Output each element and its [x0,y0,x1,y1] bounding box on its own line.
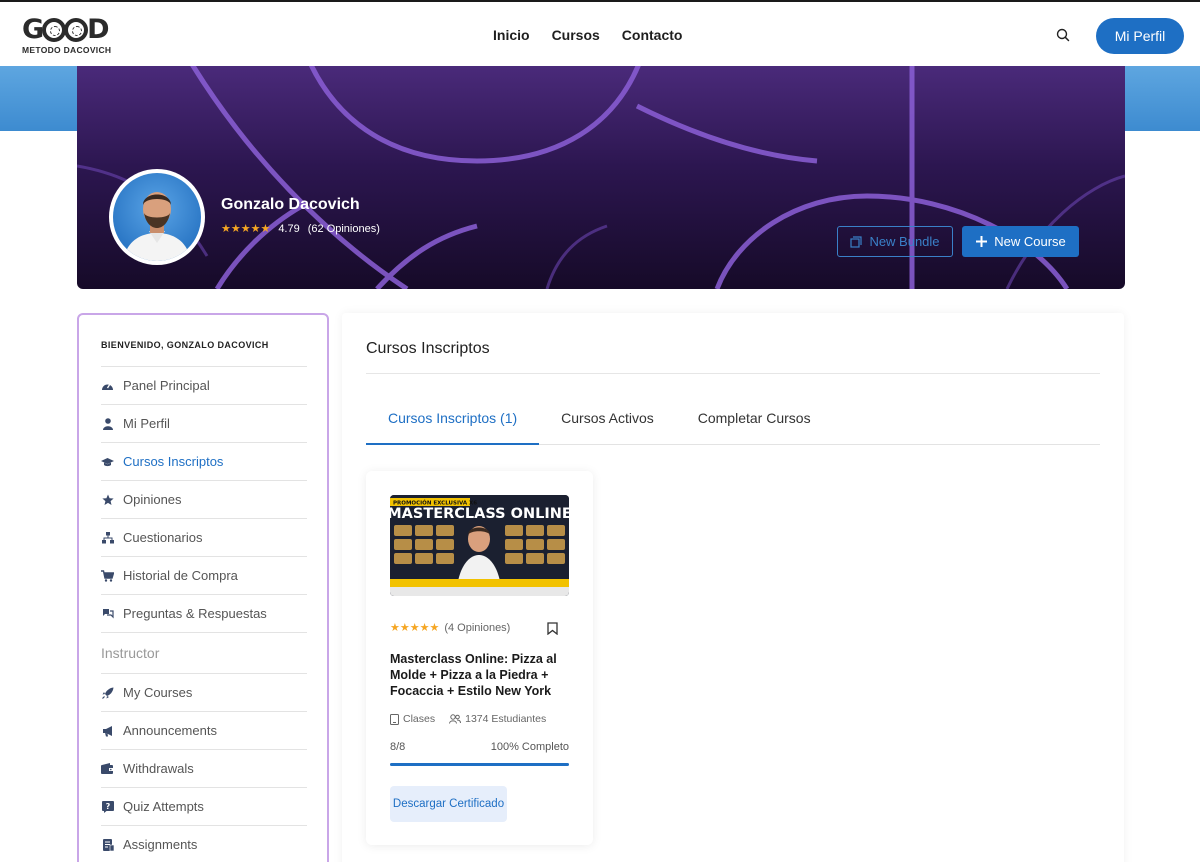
title-divider [366,373,1100,374]
dashboard-sidebar: BIENVENIDO, GONZALO DACOVICH Panel Princ… [77,313,329,862]
lessons-meta: Clases [390,713,435,725]
nav-cursos[interactable]: Cursos [552,27,600,43]
progress-count: 8/8 [390,741,406,753]
sidebar-item-label: My Courses [123,685,193,700]
sidebar-item-label: Preguntas & Respuestas [123,606,267,621]
course-meta: Clases 1374 Estudiantes [390,713,546,725]
plus-icon [976,236,988,247]
lessons-label: Clases [403,713,436,725]
course-stars: ★★★★★ [390,622,440,634]
sidebar-item-label: Opiniones [123,492,182,507]
assignment-icon [101,838,114,851]
new-course-button[interactable]: New Course [962,226,1079,257]
tab-completar-cursos[interactable]: Completar Cursos [676,396,833,445]
top-navbar: GD METODO DACOVICH Inicio Cursos Contact… [0,0,1200,66]
progress-text: 8/8 100% Completo [390,741,569,753]
wallet-icon [101,763,114,774]
sidebar-item-mi-perfil[interactable]: Mi Perfil [101,404,307,442]
tab-cursos-activos[interactable]: Cursos Activos [539,396,676,445]
logo-wordmark: GD [22,14,110,45]
profile-name: Gonzalo Dacovich [221,196,360,213]
tab-cursos-inscriptos[interactable]: Cursos Inscriptos (1) [366,396,540,445]
course-rating: ★★★★★ (4 Opiniones) [390,621,511,635]
profile-avatar[interactable] [109,169,205,265]
bundle-icon [850,235,863,248]
sidebar-item-label: Quiz Attempts [123,799,204,814]
sidebar-item-historial-de-compra[interactable]: Historial de Compra [101,556,307,594]
rating-value: 4.79 [278,222,300,235]
svg-text:?: ? [105,802,110,811]
megaphone-icon [101,725,114,737]
page-title: Cursos Inscriptos [366,340,490,357]
sidebar-item-preguntas-respuestas[interactable]: Preguntas & Respuestas [101,594,307,632]
thumbnail-image: PROMOCIÓN EXCLUSIVA X6 MASTERCLASS ONLIN… [390,495,569,596]
course-title[interactable]: Masterclass Online: Pizza al Molde + Piz… [390,651,570,699]
user-icon [101,417,114,430]
progress-label: 100% Completo [490,741,569,753]
sitemap-icon [101,531,114,544]
thumb-title-text: MASTERCLASS ONLINE [390,506,569,522]
question-icon [101,608,114,620]
sidebar-item-label: Historial de Compra [123,568,238,583]
sidebar-item-assignments[interactable]: Assignments [101,825,307,862]
sidebar-item-my-courses[interactable]: My Courses [101,673,307,711]
main-nav: Inicio Cursos Contacto [493,27,682,43]
rocket-icon [101,687,114,699]
course-tabs: Cursos Inscriptos (1) Cursos Activos Com… [366,396,1100,445]
sidebar-item-withdrawals[interactable]: Withdrawals [101,749,307,787]
students-meta: 1374 Estudiantes [449,713,546,725]
sidebar-item-label: Cuestionarios [123,530,203,545]
sidebar-item-label: Mi Perfil [123,416,170,431]
sidebar-item-cuestionarios[interactable]: Cuestionarios [101,518,307,556]
profile-cover: Gonzalo Dacovich ★★★★★ 4.79 (62 Opinione… [77,66,1125,289]
avatar-photo [123,192,191,261]
rating-stars: ★★★★★ [221,223,271,235]
cart-icon [101,569,114,582]
sidebar-item-label: Cursos Inscriptos [123,454,224,469]
welcome-text: BIENVENIDO, GONZALO DACOVICH [101,340,269,350]
new-bundle-button[interactable]: New Bundle [837,226,953,257]
progress-bar [390,763,569,766]
new-course-label: New Course [994,234,1066,249]
dashboard-icon [101,380,114,391]
nav-contacto[interactable]: Contacto [622,27,683,43]
quiz-icon: ? [101,800,114,813]
sidebar-item-label: Panel Principal [123,378,210,393]
my-profile-button[interactable]: Mi Perfil [1096,18,1184,54]
tablet-icon [390,713,399,725]
sidebar-item-panel-principal[interactable]: Panel Principal [101,366,307,404]
rating-count: (62 Opiniones) [307,222,380,235]
sidebar-item-opiniones[interactable]: Opiniones [101,480,307,518]
sidebar-item-label: Announcements [123,723,217,738]
nav-inicio[interactable]: Inicio [493,27,530,43]
course-review-count: (4 Opiniones) [444,621,511,634]
sidebar-menu: Panel Principal Mi Perfil Cursos Inscrip… [101,366,307,862]
star-icon [101,494,114,506]
course-thumbnail[interactable]: PROMOCIÓN EXCLUSIVA X6 MASTERCLASS ONLIN… [390,495,569,596]
new-bundle-label: New Bundle [869,234,940,249]
main-content: Cursos Inscriptos Cursos Inscriptos (1) … [342,313,1124,862]
graduation-cap-icon [101,457,114,467]
bookmark-icon[interactable] [547,622,558,635]
download-certificate-button[interactable]: Descargar Certificado [390,786,507,822]
students-count: 1374 Estudiantes [465,713,547,725]
sidebar-item-announcements[interactable]: Announcements [101,711,307,749]
progress-bar-fill [390,763,569,766]
search-icon[interactable] [1055,27,1071,43]
sidebar-item-label: Withdrawals [123,761,194,776]
sidebar-item-label: Assignments [123,837,198,852]
site-logo[interactable]: GD METODO DACOVICH [22,16,118,56]
profile-rating: ★★★★★ 4.79 (62 Opiniones) [221,222,380,236]
students-icon [449,714,462,724]
sidebar-item-quiz-attempts[interactable]: ? Quiz Attempts [101,787,307,825]
logo-subtitle: METODO DACOVICH [22,45,112,55]
sidebar-section-instructor: Instructor [101,632,307,673]
course-card: PROMOCIÓN EXCLUSIVA X6 MASTERCLASS ONLIN… [366,471,593,845]
sidebar-item-cursos-inscriptos[interactable]: Cursos Inscriptos [101,442,307,480]
